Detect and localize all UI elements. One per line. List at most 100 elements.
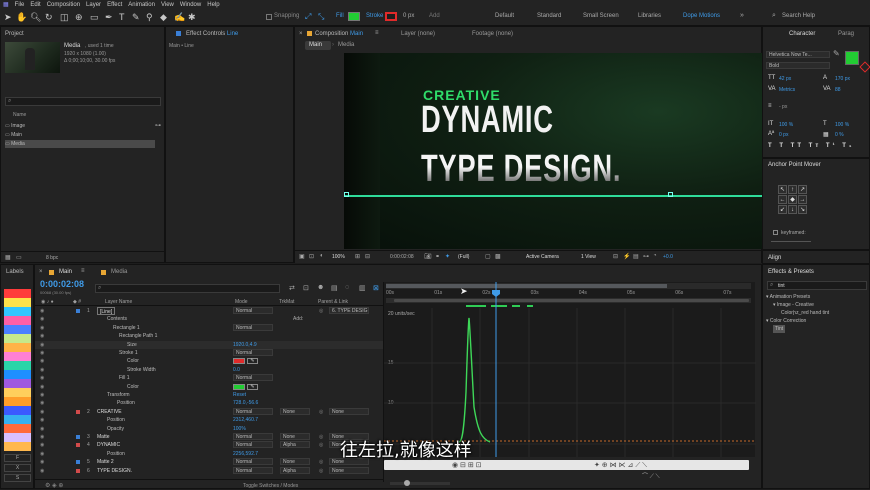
parent-dropdown[interactable]: None — [329, 407, 369, 415]
layer-name[interactable]: Opacity — [107, 425, 124, 433]
property-value[interactable]: Reset — [233, 391, 246, 399]
nav-media-button[interactable]: Media — [338, 42, 354, 48]
label-color-swatch[interactable] — [4, 388, 31, 397]
type-tool-icon[interactable]: T — [119, 12, 125, 22]
workspace-small-screen[interactable]: Small Screen — [583, 13, 619, 19]
effects-tree-item[interactable]: Tint — [773, 325, 786, 333]
label-color-swatch[interactable] — [4, 379, 31, 388]
effects-tree-item[interactable]: Colorիz_red hand tint — [781, 309, 829, 317]
layer-name[interactable]: TYPE DESIGN. — [97, 467, 132, 475]
layer-label-chip[interactable] — [76, 460, 80, 465]
add-content-button[interactable]: Add: — [293, 315, 303, 323]
visibility-eye-icon[interactable]: ◉ — [40, 341, 44, 349]
label-color-swatch[interactable] — [4, 442, 31, 451]
menu-effect[interactable]: Effect — [107, 2, 122, 8]
trkmat-dropdown[interactable]: Alpha — [280, 466, 310, 474]
zoom-tool-icon[interactable]: 🔍︎ — [30, 12, 41, 22]
layer-name[interactable]: Matte — [97, 433, 110, 441]
column-mode[interactable]: Mode — [235, 298, 248, 306]
layer-name[interactable]: Stroke 1 — [119, 349, 138, 357]
pickwhip-icon[interactable]: ◎ — [319, 433, 323, 441]
visibility-eye-icon[interactable]: ◉ — [40, 408, 44, 416]
mask-icon[interactable]: ◐ — [320, 253, 324, 259]
bpc-label[interactable]: 8 bpc — [46, 255, 58, 261]
property-value[interactable]: 728.0,-56.6 — [233, 399, 258, 407]
timeline-tab-main[interactable]: Main — [59, 267, 72, 277]
pixel-aspect-icon[interactable]: ⊟ — [613, 253, 618, 260]
visibility-eye-icon[interactable]: ◉ — [40, 307, 44, 315]
table-row[interactable]: ◉ Transform Reset — [35, 391, 383, 399]
layer-name[interactable]: Position — [107, 416, 125, 424]
graph-show-properties-icon[interactable]: ◉ ⊟ ⊞ ⊡ — [452, 461, 482, 469]
visibility-eye-icon[interactable]: ◉ — [40, 441, 44, 449]
timeline-icon[interactable]: ▤ — [633, 253, 639, 260]
effects-tree-item[interactable]: ▾ Color Correction — [766, 317, 806, 325]
kerning-value[interactable]: Metrics — [779, 87, 795, 93]
table-row[interactable]: ◉ Fill 1 Normal — [35, 374, 383, 382]
column-layer-name[interactable]: Layer Name — [105, 298, 132, 306]
frame-blending-icon[interactable]: ▤ — [331, 284, 338, 292]
effects-tree-item[interactable]: ▾ Image - Creative — [773, 301, 814, 309]
table-row[interactable]: ◉ 2 CREATIVE Normal None ◎ None — [35, 407, 383, 416]
mode-dropdown[interactable]: Normal — [233, 374, 273, 382]
pickwhip-icon[interactable]: ◎ — [319, 441, 323, 449]
label-color-swatch[interactable] — [4, 334, 31, 343]
label-color-swatch[interactable] — [4, 361, 31, 370]
visibility-eye-icon[interactable]: ◉ — [40, 315, 44, 323]
visibility-eye-icon[interactable]: ◉ — [40, 416, 44, 424]
project-search-input[interactable]: ⌕ — [5, 97, 161, 106]
parent-dropdown[interactable]: None — [329, 466, 369, 474]
menu-file[interactable]: File — [15, 2, 25, 8]
trkmat-dropdown[interactable]: None — [280, 407, 310, 415]
layer-name[interactable]: Color — [127, 357, 139, 365]
eyedropper-icon[interactable]: ✎ — [247, 358, 258, 365]
align-title[interactable]: Align — [768, 253, 781, 263]
faux-style-buttons[interactable]: T T TT Tт T¹ T₁ — [768, 143, 854, 149]
label-color-swatch[interactable] — [4, 397, 31, 406]
visibility-eye-icon[interactable]: ◉ — [40, 391, 44, 399]
label-color-swatch[interactable] — [4, 415, 31, 424]
flowchart-icon[interactable]: ⊶ — [643, 253, 649, 260]
fill-color-swatch[interactable] — [348, 12, 360, 21]
snapshot-icon[interactable]: 📷︎ — [424, 253, 432, 260]
timeline-tab-media[interactable]: Media — [111, 267, 127, 277]
motion-blur-icon[interactable]: ◌ — [345, 284, 349, 291]
composition-canvas[interactable]: CREATIVE DYNAMIC TYPE DESIGN. — [344, 53, 763, 249]
menu-icon[interactable]: ≡ — [375, 30, 379, 36]
rotate-tool-icon[interactable]: ↻ — [45, 12, 53, 22]
menu-help[interactable]: Help — [207, 2, 219, 8]
menu-icon[interactable]: ≡ — [81, 268, 85, 274]
paragraph-tab[interactable]: Parag — [838, 29, 854, 39]
visibility-eye-icon[interactable]: ◉ — [40, 383, 44, 391]
visibility-eye-icon[interactable]: ◉ — [40, 332, 44, 340]
workspace-dope-motions[interactable]: Dope Motions — [683, 13, 720, 19]
anchor-left-button[interactable]: ← — [778, 195, 787, 204]
rectangle-tool-icon[interactable]: ▭ — [90, 12, 99, 22]
mode-dropdown[interactable]: Normal — [233, 458, 273, 466]
property-value[interactable]: 100% — [233, 425, 246, 433]
pickwhip-icon[interactable]: ◎ — [319, 467, 323, 475]
table-row[interactable]: ◉ 3 Matte Normal None ◎ None — [35, 433, 383, 441]
table-row[interactable]: ◉ 4 DYNAMIC Normal Alpha ◎ None — [35, 441, 383, 449]
region-icon[interactable]: ⊡ — [309, 253, 314, 260]
stroke-color-swatch[interactable] — [385, 12, 397, 21]
tracking-value[interactable]: 88 — [835, 87, 841, 93]
anchor-top-button[interactable]: ↑ — [788, 185, 797, 194]
label-color-swatch[interactable] — [4, 352, 31, 361]
mode-dropdown[interactable]: Normal — [233, 433, 273, 440]
table-row[interactable]: ◉ Contents Add: — [35, 315, 383, 323]
layer-name[interactable]: Rectangle Path 1 — [119, 332, 157, 340]
label-color-swatch[interactable] — [4, 298, 31, 307]
label-f-button[interactable]: F — [4, 454, 31, 462]
layer-label-chip[interactable] — [76, 468, 80, 473]
pen-tool-icon[interactable]: ✒ — [105, 12, 113, 22]
toggle-switches-modes[interactable]: Toggle Switches / Modes — [243, 483, 298, 489]
pan-behind-tool-icon[interactable]: ⊕ — [75, 12, 83, 22]
show-snapshot-icon[interactable]: ⚭ — [435, 253, 440, 260]
menu-window[interactable]: Window — [180, 2, 201, 8]
pickwhip-icon[interactable]: ◎ — [319, 307, 323, 315]
stroke-label[interactable]: Stroke — [366, 13, 383, 19]
transparency-grid-icon[interactable]: ▩ — [495, 253, 501, 260]
label-color-swatch[interactable] — [4, 325, 31, 334]
layer-name[interactable]: Color — [127, 383, 139, 391]
